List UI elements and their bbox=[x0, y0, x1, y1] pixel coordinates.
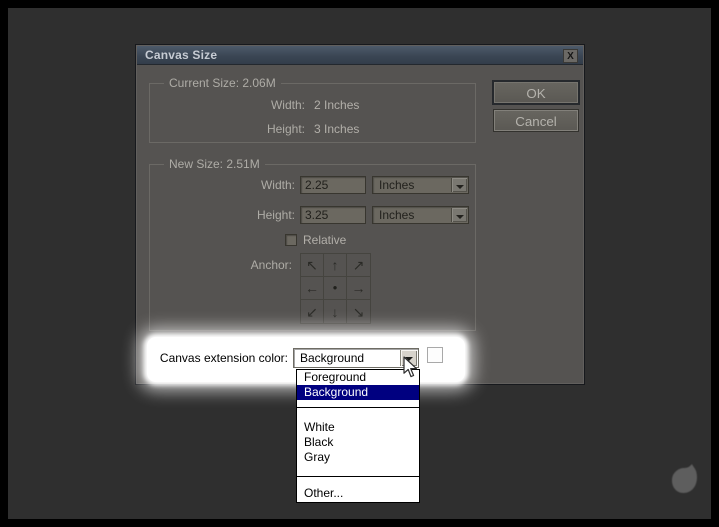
anchor-cell-left[interactable]: ← bbox=[301, 277, 324, 300]
width-unit-dropdown-button[interactable] bbox=[451, 178, 467, 192]
watermark-logo bbox=[671, 464, 697, 493]
height-unit-select[interactable]: Inches bbox=[372, 206, 469, 224]
dropdown-item-other[interactable]: Other... bbox=[297, 484, 419, 502]
current-size-group: Current Size: 2.06M Width: 2 Inches Heig… bbox=[149, 76, 476, 143]
dropdown-spacer bbox=[297, 408, 419, 420]
extension-color-value: Background bbox=[300, 351, 365, 365]
dropdown-item-white[interactable]: White bbox=[297, 420, 419, 435]
anchor-cell-right[interactable]: → bbox=[347, 277, 370, 300]
anchor-grid: ↖ ↑ ↗ ← ● → ↙ ↓ ↘ bbox=[300, 253, 371, 324]
dropdown-item-background[interactable]: Background bbox=[297, 385, 419, 400]
dropdown-item-gray[interactable]: Gray bbox=[297, 450, 419, 465]
anchor-label: Anchor: bbox=[250, 258, 292, 272]
extension-color-dropdown-list: Foreground Background White Black Gray O… bbox=[296, 369, 420, 503]
new-size-group: New Size: 2.51M Width: 2.25 Inches Heigh… bbox=[149, 157, 476, 331]
dialog-titlebar[interactable]: Canvas Size X bbox=[137, 46, 583, 65]
canvas-extension-color-label: Canvas extension color: bbox=[159, 351, 288, 365]
anchor-cell-bottom[interactable]: ↓ bbox=[324, 300, 347, 323]
dropdown-spacer bbox=[297, 477, 419, 484]
width-unit-select[interactable]: Inches bbox=[372, 176, 469, 194]
close-icon: X bbox=[567, 50, 574, 62]
new-size-legend: New Size: 2.51M bbox=[164, 157, 265, 171]
anchor-cell-top-right[interactable]: ↗ bbox=[347, 254, 370, 277]
width-unit-value: Inches bbox=[379, 178, 415, 192]
height-input[interactable]: 3.25 bbox=[300, 206, 366, 224]
screenshot-root: Canvas Size X OK Cancel Current Size: 2.… bbox=[0, 0, 719, 527]
extension-color-swatch[interactable] bbox=[427, 347, 443, 363]
relative-checkbox[interactable] bbox=[285, 234, 297, 246]
dialog-title: Canvas Size bbox=[145, 48, 218, 62]
current-height-label: Height: bbox=[266, 122, 305, 136]
anchor-cell-bottom-left[interactable]: ↙ bbox=[301, 300, 324, 323]
chevron-down-icon bbox=[456, 215, 464, 219]
relative-label: Relative bbox=[303, 233, 347, 247]
current-width-label: Width: bbox=[270, 98, 305, 112]
dropdown-item-black[interactable]: Black bbox=[297, 435, 419, 450]
cancel-button[interactable]: Cancel bbox=[494, 110, 578, 131]
chevron-down-icon bbox=[456, 185, 464, 189]
dropdown-spacer bbox=[297, 400, 419, 407]
height-unit-dropdown-button[interactable] bbox=[451, 208, 467, 222]
width-input[interactable]: 2.25 bbox=[300, 176, 366, 194]
anchor-cell-top[interactable]: ↑ bbox=[324, 254, 347, 277]
new-height-label: Height: bbox=[256, 208, 295, 222]
current-height-value: 3 Inches bbox=[314, 122, 360, 136]
close-button[interactable]: X bbox=[563, 49, 578, 63]
dropdown-item-foreground[interactable]: Foreground bbox=[297, 370, 419, 385]
dropdown-spacer bbox=[297, 465, 419, 476]
anchor-cell-top-left[interactable]: ↖ bbox=[301, 254, 324, 277]
current-size-legend: Current Size: 2.06M bbox=[164, 76, 281, 90]
anchor-cell-center[interactable]: ● bbox=[324, 277, 347, 300]
anchor-cell-bottom-right[interactable]: ↘ bbox=[347, 300, 370, 323]
canvas-size-dialog: Canvas Size X OK Cancel Current Size: 2.… bbox=[135, 44, 585, 385]
height-unit-value: Inches bbox=[379, 208, 415, 222]
current-width-value: 2 Inches bbox=[314, 98, 360, 112]
ok-button[interactable]: OK bbox=[494, 82, 578, 103]
extension-color-select[interactable]: Background bbox=[293, 348, 419, 368]
mouse-cursor-icon bbox=[403, 356, 417, 378]
new-width-label: Width: bbox=[260, 178, 295, 192]
